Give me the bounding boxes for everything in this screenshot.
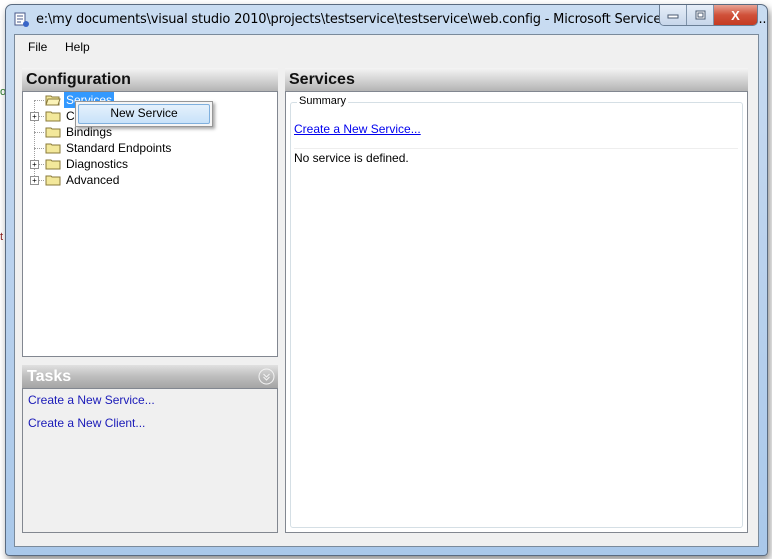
tasks-panel: Create a New Service... Create a New Cli… [22, 388, 278, 533]
configuration-tree[interactable]: Services + Cl Bindings Standard Endpoint… [22, 91, 278, 357]
collapse-chevron-icon[interactable] [258, 368, 275, 385]
services-pane: Services Summary Create a New Service...… [285, 68, 748, 533]
summary-groupbox: Summary Create a New Service... No servi… [290, 95, 743, 528]
configuration-pane: Configuration Services + Cl Bindings Sta… [22, 68, 278, 358]
client-area: File Help Configuration Services + Cl Bi… [14, 34, 759, 547]
tree-item-advanced[interactable]: + Advanced [23, 172, 273, 188]
tree-item-diagnostics[interactable]: + Diagnostics [23, 156, 273, 172]
caption-buttons: X [659, 5, 758, 26]
maximize-button[interactable] [687, 5, 714, 25]
folder-icon [45, 143, 61, 154]
expand-icon[interactable]: + [30, 112, 39, 121]
context-menu-new-service[interactable]: New Service [78, 104, 210, 124]
task-create-client-link[interactable]: Create a New Client... [28, 416, 145, 430]
app-icon [14, 12, 29, 27]
tasks-header: Tasks [22, 365, 278, 388]
expand-icon[interactable]: + [30, 160, 39, 169]
maximize-icon [695, 10, 705, 20]
folder-icon [45, 111, 61, 122]
empty-message: No service is defined. [294, 151, 409, 165]
tree-item-label: Diagnostics [66, 157, 129, 171]
context-menu: New Service [75, 101, 213, 127]
menu-file[interactable]: File [28, 40, 47, 54]
folder-open-icon [45, 95, 61, 106]
create-service-link[interactable]: Create a New Service... [294, 122, 421, 136]
task-create-service-link[interactable]: Create a New Service... [28, 393, 155, 407]
folder-icon [45, 175, 61, 186]
close-icon: X [731, 7, 740, 23]
menu-bar: File Help [15, 35, 758, 59]
folder-icon [45, 159, 61, 170]
main-window: e:\my documents\visual studio 2010\proje… [5, 4, 768, 556]
services-content: Summary Create a New Service... No servi… [285, 91, 748, 533]
minimize-icon [667, 14, 679, 19]
services-header: Services [285, 68, 748, 91]
folder-icon [45, 127, 61, 138]
minimize-button[interactable] [660, 5, 687, 25]
tasks-title: Tasks [27, 368, 72, 385]
menu-help[interactable]: Help [65, 40, 90, 54]
background-text-fragment: t [0, 231, 4, 243]
window-title: e:\my documents\visual studio 2010\proje… [36, 12, 767, 27]
tree-item-label: Advanced [66, 173, 120, 187]
configuration-header: Configuration [22, 68, 278, 91]
expand-icon[interactable]: + [30, 176, 39, 185]
tree-item-label: Standard Endpoints [66, 141, 172, 155]
title-bar[interactable]: e:\my documents\visual studio 2010\proje… [6, 5, 767, 35]
tree-item-standard-endpoints[interactable]: Standard Endpoints [23, 140, 273, 156]
services-info-panel: No service is defined. [294, 148, 738, 169]
summary-label: Summary [297, 95, 349, 107]
close-button[interactable]: X [714, 5, 757, 25]
